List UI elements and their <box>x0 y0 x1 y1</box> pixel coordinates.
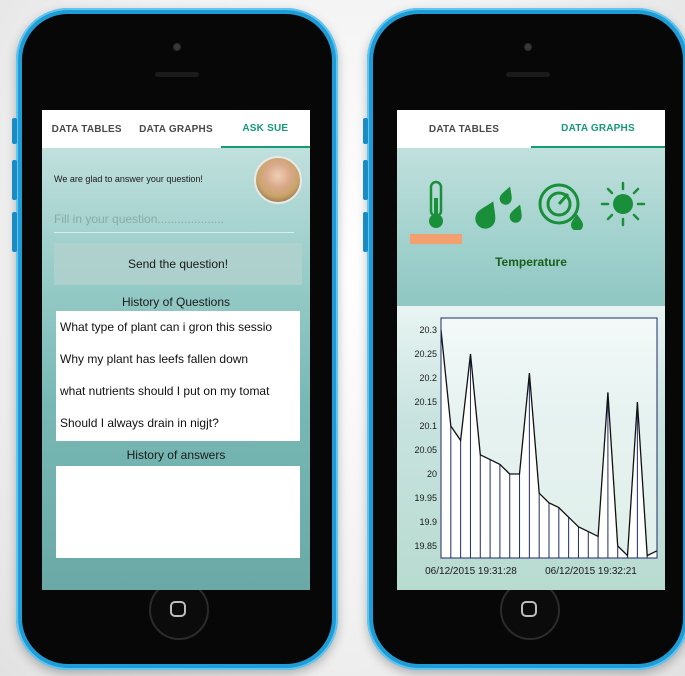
water-drops-icon[interactable] <box>473 180 529 230</box>
front-camera <box>173 43 181 51</box>
speaker <box>506 72 550 77</box>
list-item[interactable]: What type of plant can i gron this sessi… <box>56 311 300 343</box>
speaker <box>155 72 199 77</box>
tab-bar: DATA TABLES DATA GRAPHS <box>397 110 665 148</box>
tab-data-graphs[interactable]: DATA GRAPHS <box>131 110 220 148</box>
gauge-icon[interactable] <box>533 180 589 231</box>
y-tick-label: 19.95 <box>414 493 437 503</box>
tab-data-tables[interactable]: DATA TABLES <box>397 110 531 148</box>
selected-sensor-indicator <box>410 234 462 244</box>
y-tick-label: 20.3 <box>419 325 437 335</box>
y-tick-label: 19.9 <box>419 517 437 527</box>
y-tick-label: 19.85 <box>414 541 437 551</box>
y-tick-label: 20.25 <box>414 349 437 359</box>
greeting-text: We are glad to answer your question! <box>54 174 203 184</box>
side-button <box>363 160 368 200</box>
answers-list <box>56 466 300 558</box>
y-tick-label: 20 <box>427 469 437 479</box>
history-questions-title: History of Questions <box>121 295 231 309</box>
tab-ask-sue[interactable]: ASK SUE <box>220 110 310 148</box>
tab-bar: DATA TABLES DATA GRAPHS ASK SUE <box>42 110 310 148</box>
y-tick-label: 20.15 <box>414 397 437 407</box>
question-input[interactable]: Fill in your question...................… <box>54 212 294 233</box>
home-square-icon <box>170 601 186 617</box>
phone-right: DATA TABLES DATA GRAPHS Temperature 20.3… <box>363 8 685 670</box>
side-button <box>12 160 17 200</box>
history-answers-title: History of answers <box>126 448 226 462</box>
selected-sensor-label: Temperature <box>495 255 567 269</box>
screen-ask-sue: DATA TABLES DATA GRAPHS ASK SUE We are g… <box>42 110 310 590</box>
thermometer-icon[interactable] <box>411 180 467 230</box>
x-tick-label: 06/12/2015 19:31:28 <box>425 566 517 577</box>
front-camera <box>524 43 532 51</box>
x-tick-label: 06/12/2015 19:32:21 <box>545 566 637 577</box>
screen-data-graphs: DATA TABLES DATA GRAPHS Temperature 20.3… <box>397 110 665 590</box>
y-tick-label: 20.1 <box>419 421 437 431</box>
sun-icon[interactable] <box>595 180 651 230</box>
home-square-icon <box>521 601 537 617</box>
chart-svg: 20.3 20.25 20.2 20.15 20.1 20.05 20 19.95 19.9 19… <box>414 317 658 577</box>
questions-list: What type of plant can i gron this sessi… <box>56 311 300 441</box>
send-question-button[interactable]: Send the question! <box>54 243 302 285</box>
list-item[interactable]: Why my plant has leefs fallen down <box>56 343 300 375</box>
temperature-chart: 20.3 20.25 20.2 20.15 20.1 20.05 20 19.95 19.9 19… <box>397 306 665 590</box>
list-item[interactable]: Should I always drain in nigjt? <box>56 407 300 439</box>
side-button <box>363 118 368 144</box>
avatar <box>254 156 302 204</box>
y-tick-label: 20.05 <box>414 445 437 455</box>
side-button <box>12 118 17 144</box>
sensor-icons-row <box>397 148 665 268</box>
phone-left: DATA TABLES DATA GRAPHS ASK SUE We are g… <box>12 8 338 670</box>
side-button <box>12 212 17 252</box>
tab-data-tables[interactable]: DATA TABLES <box>42 110 131 148</box>
tab-data-graphs[interactable]: DATA GRAPHS <box>531 110 665 148</box>
side-button <box>363 212 368 252</box>
list-item[interactable]: what nutrients should I put on my tomat <box>56 375 300 407</box>
y-tick-label: 20.2 <box>419 373 437 383</box>
